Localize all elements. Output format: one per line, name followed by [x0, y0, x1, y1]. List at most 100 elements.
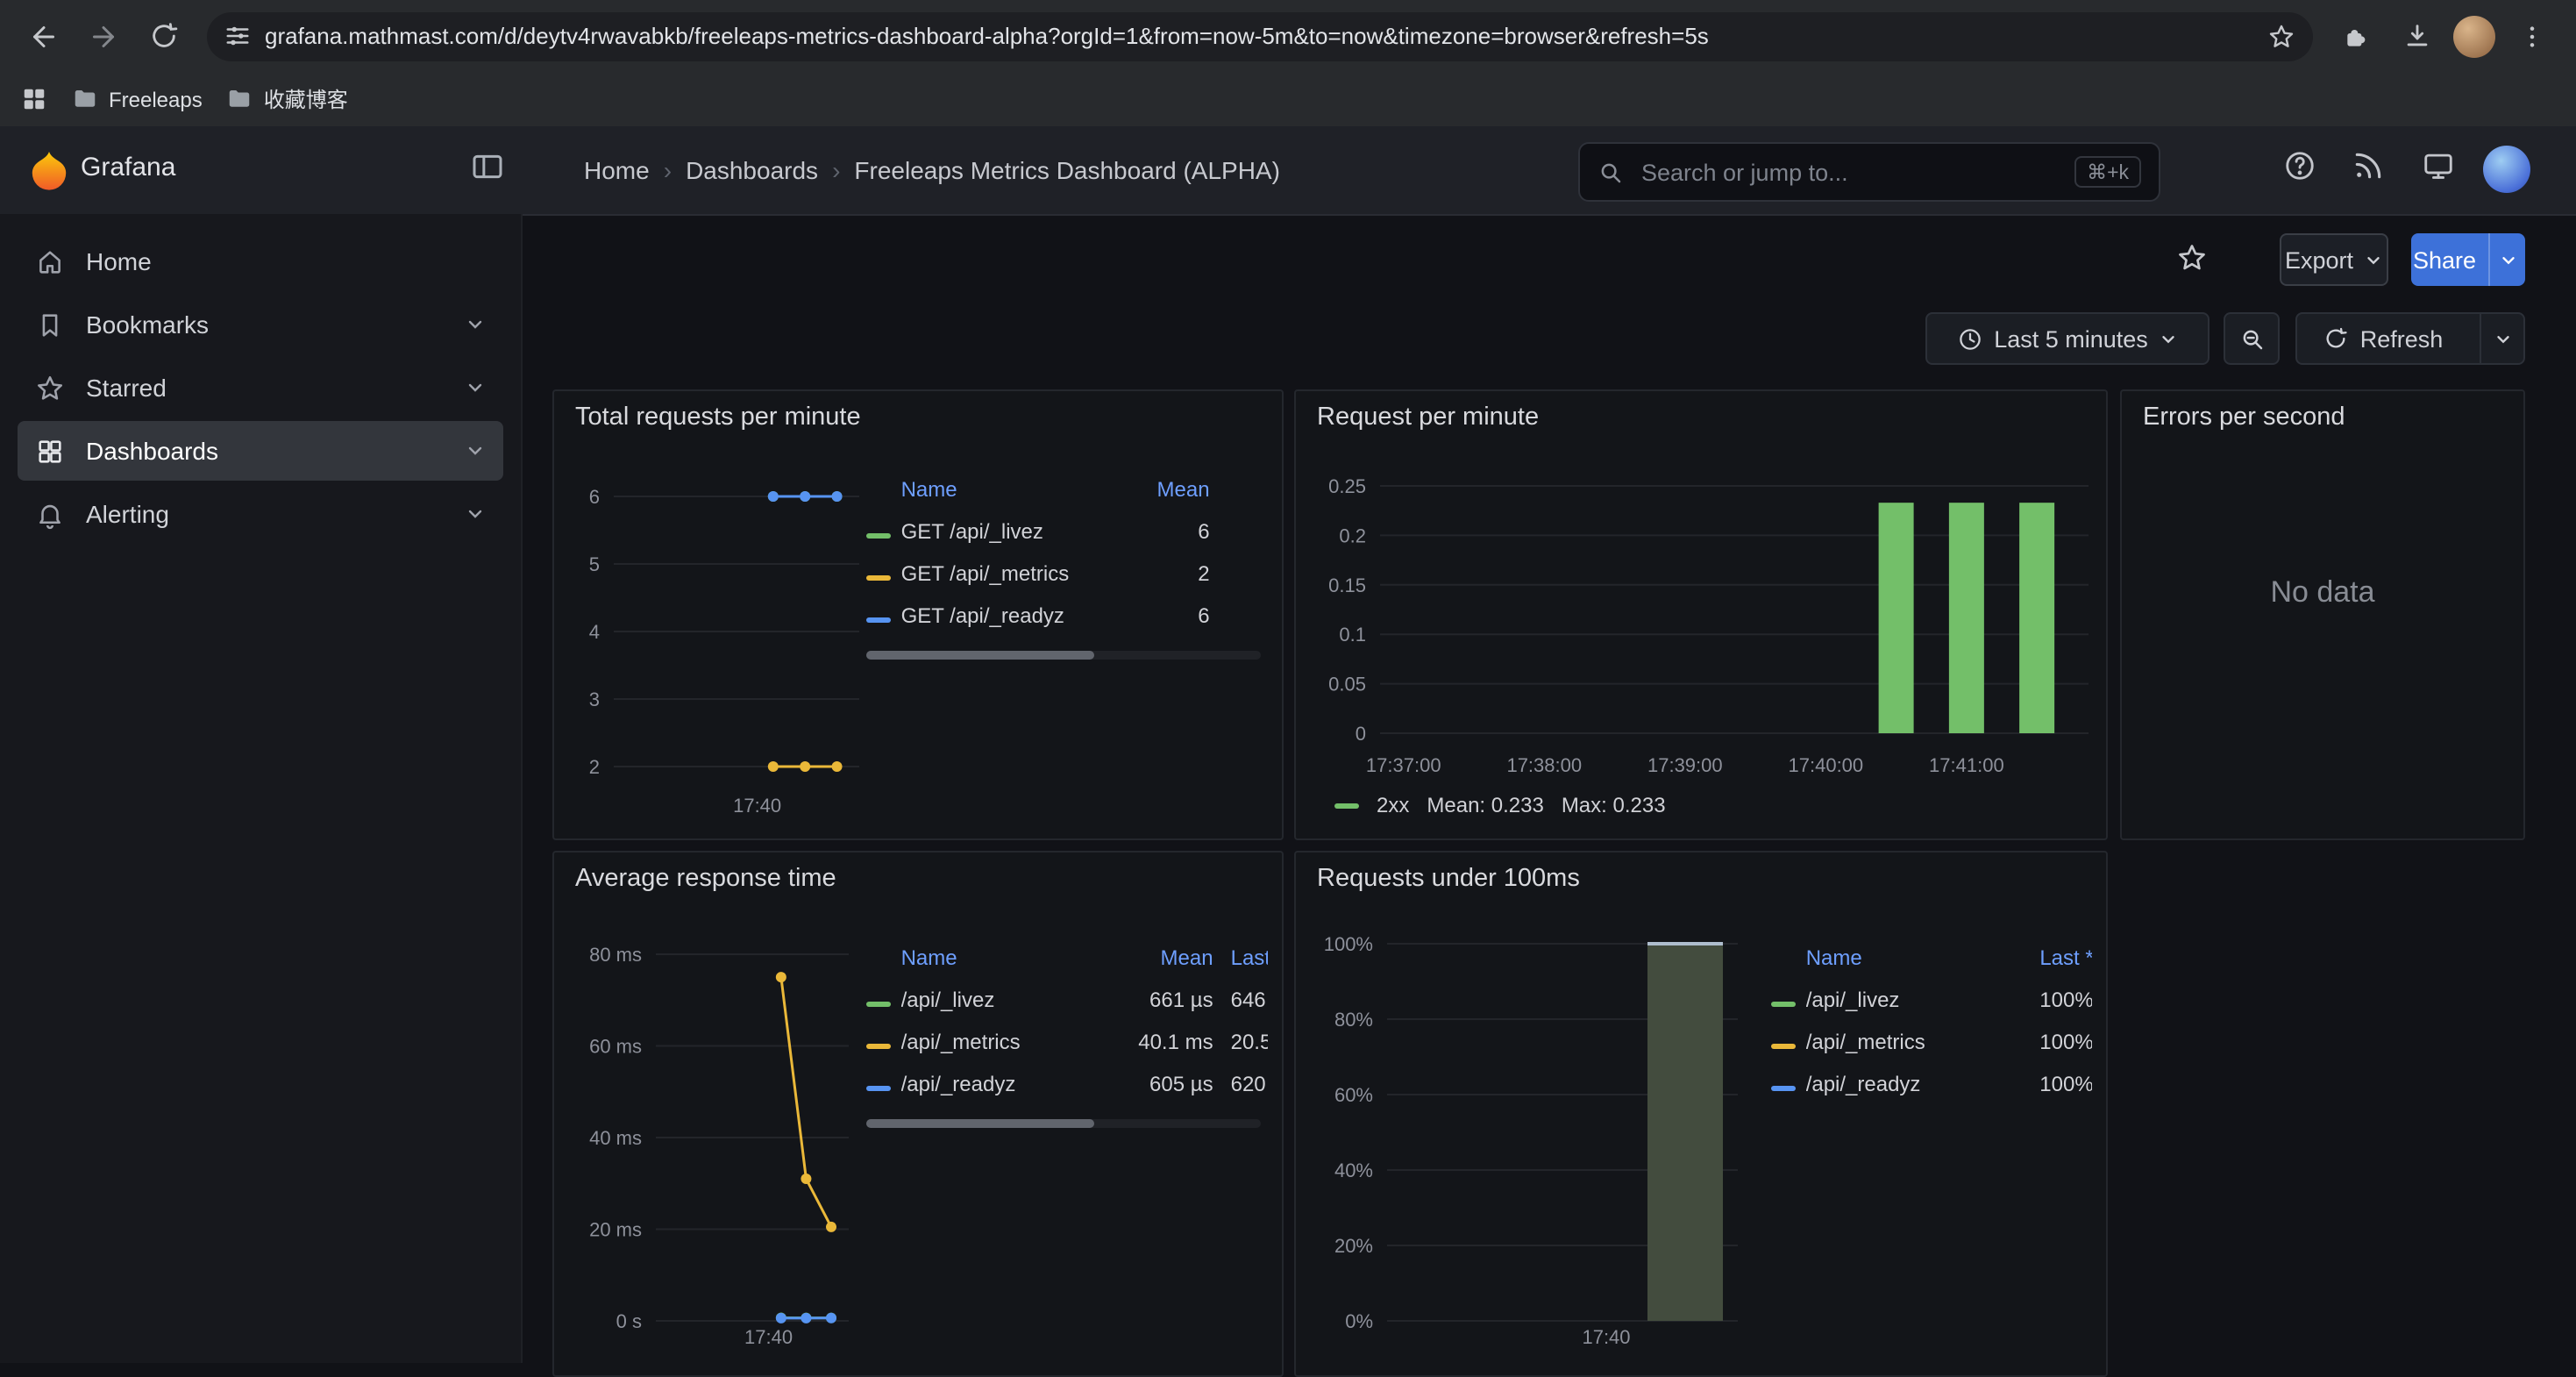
- series-color-dash: [1334, 803, 1359, 808]
- reload-icon[interactable]: [137, 10, 189, 62]
- url-text[interactable]: grafana.mathmast.com/d/deytv4rwavabkb/fr…: [265, 23, 2253, 49]
- chevron-down-icon: [2159, 329, 2178, 348]
- legend-series-name[interactable]: GET /api/_metrics: [901, 561, 1087, 586]
- legend-value: 646 µs: [1213, 988, 1268, 1012]
- legend-series-name[interactable]: 2xx: [1377, 793, 1409, 817]
- timeseries-chart[interactable]: 0 s20 ms40 ms60 ms80 ms17:40: [568, 905, 859, 1358]
- breadcrumb-dashboards[interactable]: Dashboards: [686, 156, 818, 184]
- svg-text:20%: 20%: [1334, 1235, 1373, 1257]
- legend-header[interactable]: Name: [901, 945, 1084, 970]
- sidebar-item-bookmarks[interactable]: Bookmarks: [18, 295, 503, 354]
- legend-series-name[interactable]: /api/_metrics: [1806, 1030, 1964, 1054]
- news-rss-icon[interactable]: [2352, 149, 2385, 182]
- svg-text:0.1: 0.1: [1339, 624, 1366, 646]
- bar-chart[interactable]: 0%20%40%60%80%100%17:40: [1310, 905, 1747, 1358]
- dock-menu-icon[interactable]: [470, 149, 505, 184]
- legend-series-name[interactable]: /api/_readyz: [1806, 1072, 1964, 1096]
- folder-icon: [227, 86, 253, 112]
- sidebar-item-label: Dashboards: [86, 437, 444, 465]
- panel-title[interactable]: Average response time: [554, 853, 1282, 905]
- panel-title[interactable]: Requests under 100ms: [1296, 853, 2106, 905]
- legend-scrollbar[interactable]: [866, 651, 1261, 660]
- zoom-out-button[interactable]: [2224, 312, 2280, 365]
- svg-text:17:37:00: 17:37:00: [1366, 754, 1441, 776]
- panel-title[interactable]: Request per minute: [1296, 391, 2106, 444]
- time-range-picker[interactable]: Last 5 minutes: [1925, 312, 2210, 365]
- svg-text:100%: 100%: [1324, 933, 1373, 955]
- sidebar-item-home[interactable]: Home: [18, 232, 503, 291]
- search-box[interactable]: ⌘+k: [1578, 142, 2160, 202]
- refresh-action[interactable]: Refresh: [2297, 314, 2469, 363]
- timeseries-chart[interactable]: 2345617:40: [568, 444, 859, 826]
- legend-header[interactable]: Last *: [1964, 945, 2092, 970]
- chevron-down-icon[interactable]: [465, 377, 486, 398]
- refresh-icon: [2323, 326, 2348, 351]
- series-color-dash: [866, 617, 891, 623]
- chevron-down-icon[interactable]: [465, 503, 486, 524]
- legend-header[interactable]: Name: [1806, 945, 1964, 970]
- legend-value: 2: [1087, 561, 1210, 586]
- legend-series-name[interactable]: /api/_livez: [1806, 988, 1964, 1012]
- browser-profile-avatar[interactable]: [2453, 15, 2495, 57]
- legend-series-name[interactable]: /api/_readyz: [901, 1072, 1084, 1096]
- sidebar-item-label: Starred: [86, 374, 444, 402]
- sidebar-item-label: Alerting: [86, 500, 444, 528]
- downloads-icon[interactable]: [2390, 10, 2443, 62]
- legend-header[interactable]: Mean: [1087, 477, 1210, 502]
- sidebar-item-dashboards[interactable]: Dashboards: [18, 421, 503, 481]
- svg-text:2: 2: [589, 756, 600, 778]
- sidebar-item-alerting[interactable]: Alerting: [18, 484, 503, 544]
- monitor-icon[interactable]: [2422, 149, 2455, 182]
- legend-series-name[interactable]: GET /api/_readyz: [901, 603, 1087, 628]
- series-color-dash: [1771, 1086, 1796, 1091]
- bookmark-folder-freeleaps[interactable]: Freeleaps: [72, 86, 203, 112]
- grafana-logo[interactable]: [28, 149, 70, 191]
- refresh-interval-caret[interactable]: [2480, 314, 2523, 363]
- svg-text:0.05: 0.05: [1328, 674, 1366, 696]
- bookmark-folder-blogs[interactable]: 收藏博客: [227, 84, 348, 114]
- series-color-dash: [866, 1044, 891, 1049]
- refresh-button[interactable]: Refresh: [2295, 312, 2525, 365]
- legend-mean: Mean: 0.233: [1427, 793, 1543, 817]
- extensions-icon[interactable]: [2330, 10, 2383, 62]
- bookmarks-bar: Freeleaps 收藏博客: [0, 72, 2576, 128]
- panel-request-per-minute: Request per minute 00.050.10.150.20.2517…: [1294, 389, 2108, 840]
- breadcrumb-home[interactable]: Home: [584, 156, 650, 184]
- favorite-star-icon[interactable]: [2176, 242, 2208, 274]
- sidebar-item-starred[interactable]: Starred: [18, 358, 503, 417]
- tab-groups-icon[interactable]: [21, 86, 47, 112]
- grafana-profile-avatar[interactable]: [2483, 146, 2530, 193]
- legend-max: Max: 0.233: [1562, 793, 1666, 817]
- bar-chart[interactable]: 00.050.10.150.20.2517:37:0017:38:0017:39…: [1310, 444, 2096, 786]
- share-menu-caret[interactable]: [2488, 233, 2525, 286]
- legend-table: NameMeanLast */api/_livez661 µs646 µs/ap…: [859, 905, 1268, 1358]
- bookmark-star-icon[interactable]: [2267, 22, 2295, 50]
- export-label: Export: [2285, 246, 2353, 273]
- legend-value: 40.1 ms: [1084, 1030, 1213, 1054]
- legend-series-name[interactable]: /api/_metrics: [901, 1030, 1084, 1054]
- url-bar[interactable]: grafana.mathmast.com/d/deytv4rwavabkb/fr…: [207, 11, 2313, 61]
- export-button[interactable]: Export: [2280, 233, 2388, 286]
- chevron-down-icon[interactable]: [465, 440, 486, 461]
- forward-icon[interactable]: [77, 10, 130, 62]
- browser-toolbar: grafana.mathmast.com/d/deytv4rwavabkb/fr…: [0, 0, 2576, 72]
- panel-title[interactable]: Errors per second: [2122, 391, 2523, 444]
- panel-title[interactable]: Total requests per minute: [554, 391, 1282, 444]
- share-button[interactable]: Share: [2411, 233, 2525, 286]
- legend-series-name[interactable]: GET /api/_livez: [901, 519, 1087, 544]
- legend-value: 20.5 ms: [1213, 1030, 1268, 1054]
- chevron-down-icon[interactable]: [465, 314, 486, 335]
- legend-header[interactable]: Last *: [1213, 945, 1268, 970]
- legend-header[interactable]: Mean: [1084, 945, 1213, 970]
- svg-text:60%: 60%: [1334, 1084, 1373, 1106]
- svg-text:17:40: 17:40: [744, 1326, 793, 1348]
- legend-scrollbar[interactable]: [866, 1119, 1261, 1128]
- site-settings-icon[interactable]: [224, 23, 251, 49]
- back-icon[interactable]: [18, 10, 70, 62]
- search-input[interactable]: [1638, 157, 2060, 187]
- browser-menu-icon[interactable]: [2506, 10, 2558, 62]
- breadcrumb: Home › Dashboards › Freeleaps Metrics Da…: [584, 126, 1280, 214]
- legend-header[interactable]: Name: [901, 477, 1087, 502]
- legend-series-name[interactable]: /api/_livez: [901, 988, 1084, 1012]
- help-icon[interactable]: [2283, 149, 2316, 182]
